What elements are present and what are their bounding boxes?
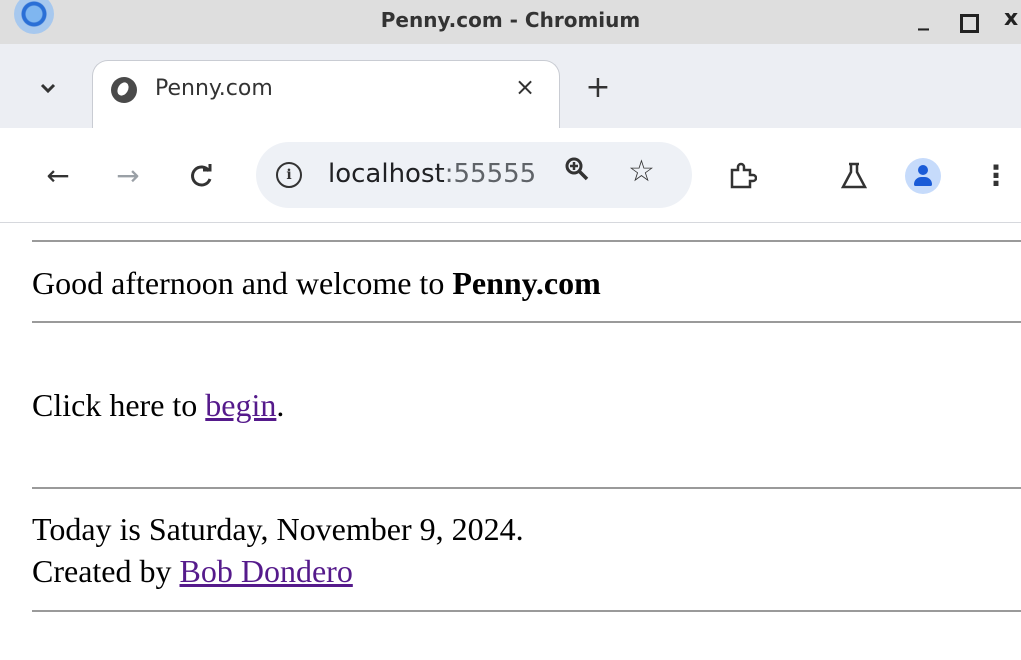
minimize-button[interactable]: _ <box>918 6 929 31</box>
date-text: Today is Saturday, November 9, 2024. <box>32 511 524 547</box>
url-text[interactable]: localhost:55555 <box>328 159 536 189</box>
tab-search-button[interactable] <box>34 74 62 102</box>
begin-prompt: Click here to begin. <box>32 387 284 424</box>
reload-icon <box>191 164 212 187</box>
zoom-icon[interactable] <box>564 156 590 189</box>
menu-button[interactable]: ⋮ <box>976 156 1016 196</box>
chevron-down-icon <box>40 83 56 94</box>
maximize-button[interactable] <box>960 6 979 39</box>
author-link[interactable]: Bob Dondero <box>180 553 353 589</box>
divider <box>32 240 1021 242</box>
window-titlebar: Penny.com - Chromium _ x <box>0 0 1021 44</box>
site-name: Penny.com <box>452 265 601 301</box>
greeting-text: Good afternoon and welcome to Penny.com <box>32 265 601 302</box>
close-window-button[interactable]: x <box>1004 6 1018 31</box>
new-tab-button[interactable]: + <box>582 72 614 104</box>
window-title: Penny.com - Chromium <box>380 8 641 32</box>
extensions-button[interactable] <box>722 156 762 196</box>
divider <box>32 321 1021 323</box>
profile-avatar-icon[interactable] <box>905 158 941 194</box>
address-bar[interactable]: i localhost:55555 ☆ <box>256 142 692 208</box>
divider <box>32 610 1021 612</box>
created-by-text: Created by Bob Dondero <box>32 553 353 590</box>
tab-strip: Penny.com × + <box>0 44 1021 129</box>
created-prefix: Created by <box>32 553 180 589</box>
labs-button[interactable] <box>834 156 874 196</box>
tab-title: Penny.com <box>155 76 273 101</box>
begin-prefix: Click here to <box>32 387 206 423</box>
url-host: localhost <box>328 159 445 189</box>
tab-close-button[interactable]: × <box>511 73 539 101</box>
url-port: :55555 <box>444 159 537 189</box>
greeting-prefix: Good afternoon and welcome to <box>32 265 453 301</box>
site-info-icon[interactable]: i <box>276 162 302 188</box>
puzzle-icon <box>730 162 758 189</box>
forward-button[interactable]: → <box>108 156 148 196</box>
tab-penny[interactable]: Penny.com × <box>92 60 560 129</box>
divider <box>32 487 1021 489</box>
begin-suffix: . <box>276 387 285 423</box>
browser-toolbar: ← → i localhost:55555 ☆ ⋮ <box>0 128 1021 223</box>
magnifier-icon <box>565 157 589 181</box>
back-button[interactable]: ← <box>38 156 78 196</box>
globe-icon <box>111 77 137 103</box>
flask-icon <box>840 162 868 189</box>
maximize-icon <box>960 14 979 33</box>
bookmark-star-icon[interactable]: ☆ <box>628 154 655 189</box>
begin-link[interactable]: begin <box>205 387 276 423</box>
reload-button[interactable] <box>182 156 222 196</box>
page-content: Good afternoon and welcome to Penny.com … <box>0 223 1021 660</box>
